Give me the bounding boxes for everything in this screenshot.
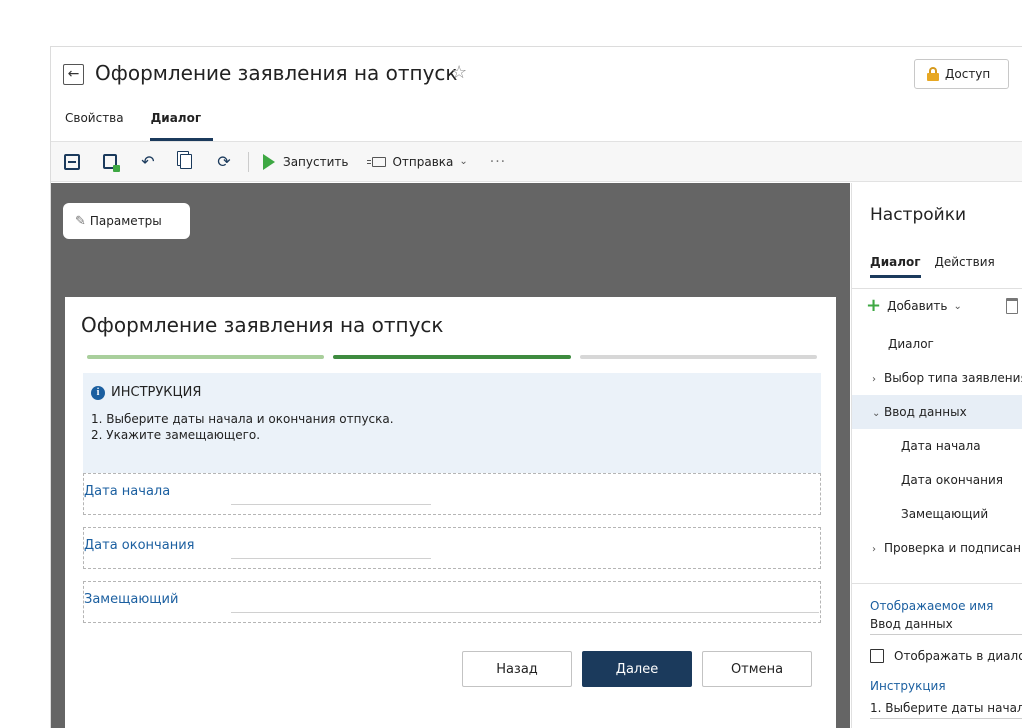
tools-icon: ✎ (75, 213, 86, 229)
field-start-date[interactable]: Дата начала (83, 473, 821, 515)
plus-icon: + (866, 295, 882, 316)
parameters-button[interactable]: ✎ Параметры (63, 203, 190, 239)
step-progress (87, 355, 817, 359)
panel-tab-actions[interactable]: Действия (935, 255, 995, 278)
app-window: ← Оформление заявления на отпуск ☆ Досту… (50, 46, 1022, 728)
main-tabs: Свойства Диалог (51, 101, 213, 141)
step-indicator (579, 355, 817, 359)
instruction-heading-label: ИНСТРУКЦИЯ (111, 385, 202, 400)
chevron-down-icon[interactable]: ⌄ (872, 397, 884, 429)
tree-item-label: Выбор типа заявления (884, 371, 1022, 385)
tab-properties[interactable]: Свойства (51, 101, 136, 141)
dialog-preview: Оформление заявления на отпуск i ИНСТРУК… (65, 297, 836, 728)
add-dropdown-label: Добавить (887, 299, 948, 313)
substitute-input[interactable] (231, 612, 819, 613)
refresh-icon[interactable]: ⟳ (214, 152, 234, 172)
tree-item-label: Дата начала (901, 439, 981, 453)
run-button[interactable]: Запустить (263, 153, 349, 170)
instruction-label: Инструкция (870, 679, 946, 693)
panel-title: Настройки (870, 205, 967, 225)
tree-item-end-date[interactable]: Дата окончания (852, 463, 1022, 497)
props-divider (852, 583, 1022, 584)
cancel-button[interactable]: Отмена (702, 651, 812, 687)
tree-item-data-entry[interactable]: ⌄ Ввод данных (852, 395, 1022, 429)
tree-item-start-date[interactable]: Дата начала (852, 429, 1022, 463)
panel-tab-dialog[interactable]: Диалог (870, 255, 921, 278)
dialog-canvas: ✎ Параметры Оформление заявления на отпу… (51, 183, 850, 728)
show-in-dialog-checkbox-row[interactable]: Отображать в диалоге (870, 649, 1022, 663)
start-date-input[interactable] (231, 504, 431, 505)
tree-item-label: Замещающий (901, 507, 989, 521)
copy-icon[interactable] (176, 152, 196, 172)
display-name-label: Отображаемое имя (870, 599, 994, 613)
panel-tabs-divider (852, 288, 1022, 289)
back-button[interactable]: Назад (462, 651, 572, 687)
save-as-icon[interactable] (100, 152, 120, 172)
instruction-heading: i ИНСТРУКЦИЯ (91, 385, 813, 400)
tree-item-label: Проверка и подписание (884, 541, 1022, 555)
parameters-button-label: Параметры (89, 214, 162, 228)
instruction-box: i ИНСТРУКЦИЯ 1. Выберите даты начала и о… (83, 373, 821, 473)
save-icon[interactable] (62, 152, 82, 172)
send-dropdown[interactable]: Отправка ⌄ (367, 154, 468, 169)
run-button-label: Запустить (283, 154, 349, 169)
toolbar: ↶ ⟳ Запустить Отправка ⌄ ··· (51, 142, 1022, 182)
play-icon (263, 153, 275, 170)
access-button[interactable]: Доступ (914, 59, 1009, 89)
tree-item-type-select[interactable]: › Выбор типа заявления (852, 361, 1022, 395)
star-icon[interactable]: ☆ (451, 62, 467, 83)
send-dropdown-label: Отправка (392, 154, 454, 169)
field-label: Замещающий (84, 592, 179, 607)
display-name-input[interactable]: Ввод данных (870, 617, 1022, 635)
header: ← Оформление заявления на отпуск ☆ Досту… (51, 47, 1022, 99)
trash-icon[interactable] (1006, 298, 1018, 314)
tree-item-label: Дата окончания (901, 473, 1003, 487)
tree-item-label: Ввод данных (884, 405, 967, 419)
show-in-dialog-checkbox[interactable] (870, 649, 884, 663)
next-button[interactable]: Далее (582, 651, 692, 687)
page-title: Оформление заявления на отпуск (95, 61, 458, 85)
chevron-down-icon: ⌄ (953, 300, 962, 312)
chevron-right-icon[interactable]: › (872, 363, 884, 395)
tree-item-substitute[interactable]: Замещающий (852, 497, 1022, 531)
end-date-input[interactable] (231, 558, 431, 559)
tree-item-review-sign[interactable]: › Проверка и подписание (852, 531, 1022, 565)
step-indicator (333, 355, 571, 359)
field-end-date[interactable]: Дата окончания (83, 527, 821, 569)
settings-panel: Настройки Диалог Действия + Добавить ⌄ Д… (851, 183, 1022, 728)
lock-icon (927, 67, 939, 81)
chevron-down-icon: ⌄ (459, 156, 468, 167)
tree-item-label: Диалог (888, 337, 934, 351)
add-dropdown[interactable]: + Добавить ⌄ (866, 295, 962, 316)
show-in-dialog-label: Отображать в диалоге (894, 649, 1022, 663)
toolbar-separator (248, 151, 249, 172)
more-icon[interactable]: ··· (490, 154, 506, 170)
dialog-tree: Диалог › Выбор типа заявления ⌄ Ввод данны… (852, 327, 1022, 565)
tree-item-dialog[interactable]: Диалог (852, 327, 1022, 361)
tab-dialog[interactable]: Диалог (136, 101, 214, 141)
field-label: Дата начала (84, 484, 171, 499)
step-indicator (87, 355, 325, 359)
back-arrow-icon[interactable]: ← (63, 64, 84, 85)
instruction-line: 1. Выберите даты начала и окончания отпу… (91, 412, 394, 426)
field-label: Дата окончания (84, 538, 195, 553)
info-icon: i (91, 385, 105, 400)
undo-icon[interactable]: ↶ (138, 152, 158, 172)
panel-tabs: Диалог Действия (870, 255, 995, 278)
field-substitute[interactable]: Замещающий (83, 581, 821, 623)
instruction-input[interactable]: 1. Выберите даты начала (870, 701, 1022, 719)
instruction-line: 2. Укажите замещающего. (91, 428, 261, 442)
access-button-label: Доступ (945, 67, 991, 81)
send-icon (367, 156, 387, 167)
chevron-right-icon[interactable]: › (872, 533, 884, 565)
dialog-title: Оформление заявления на отпуск (81, 313, 444, 337)
